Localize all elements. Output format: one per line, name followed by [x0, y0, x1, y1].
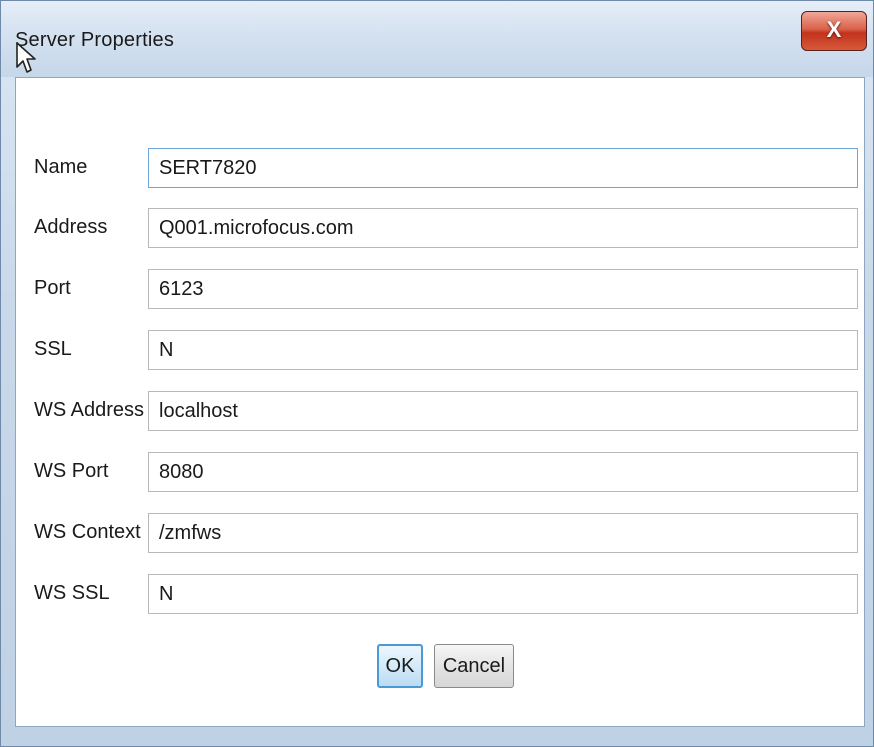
dialog-title: Server Properties [15, 29, 175, 51]
ws-context-label: WS Context [34, 521, 141, 543]
cancel-button[interactable]: Cancel [434, 644, 514, 688]
field-row-ws-context: WS Context [16, 513, 866, 553]
address-label: Address [34, 216, 108, 238]
ws-port-input[interactable] [148, 452, 858, 492]
field-row-ws-port: WS Port [16, 452, 866, 492]
ok-button[interactable]: OK [377, 644, 423, 688]
name-input[interactable] [148, 148, 858, 188]
mouse-cursor-icon [16, 42, 36, 73]
port-input[interactable] [148, 269, 858, 309]
address-input[interactable] [148, 208, 858, 248]
field-row-name: Name [16, 148, 866, 188]
server-properties-dialog: Server Properties X Name Address Port SS… [0, 0, 874, 747]
field-row-ssl: SSL [16, 330, 866, 370]
ws-context-input[interactable] [148, 513, 858, 553]
ws-port-label: WS Port [34, 460, 109, 482]
name-label: Name [34, 156, 88, 178]
ws-address-label: WS Address [34, 399, 145, 421]
field-row-ws-ssl: WS SSL [16, 574, 866, 614]
ws-ssl-input[interactable] [148, 574, 858, 614]
field-row-port: Port [16, 269, 866, 309]
close-icon: X [826, 17, 842, 42]
ws-address-input[interactable] [148, 391, 858, 431]
title-bar[interactable]: Server Properties X [1, 1, 873, 77]
field-row-ws-address: WS Address [16, 391, 866, 431]
close-button[interactable]: X [801, 11, 867, 51]
ssl-input[interactable] [148, 330, 858, 370]
port-label: Port [34, 277, 71, 299]
dialog-content: Name Address Port SSL WS Address WS Port… [15, 77, 865, 727]
ssl-label: SSL [34, 338, 72, 360]
ws-ssl-label: WS SSL [34, 582, 110, 604]
field-row-address: Address [16, 208, 866, 248]
